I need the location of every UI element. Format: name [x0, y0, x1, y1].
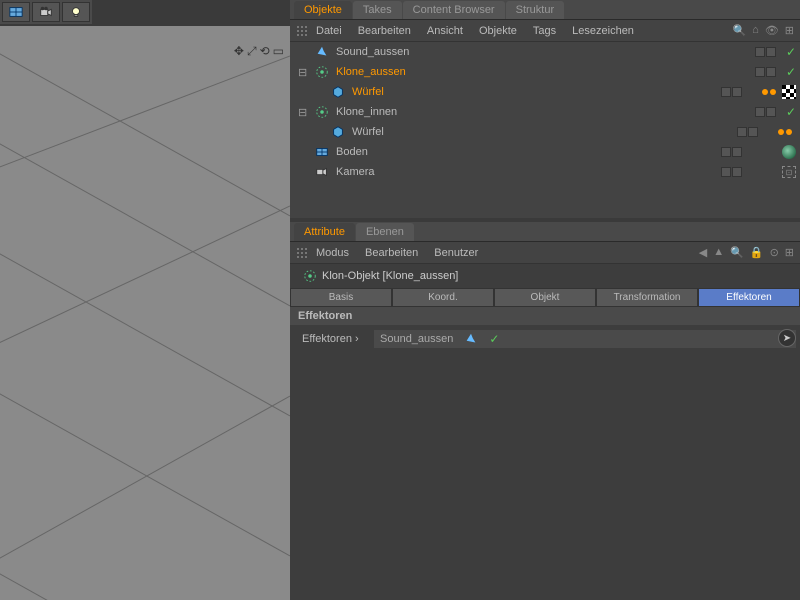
tree-row-boden[interactable]: Boden — [290, 142, 800, 162]
cloner-icon — [314, 64, 330, 80]
tab-objekte[interactable]: Objekte — [294, 1, 352, 19]
frame-icon[interactable]: ▭ — [273, 44, 284, 59]
menu-modus[interactable]: Modus — [308, 244, 357, 262]
camera-icon — [314, 164, 330, 180]
object-label: Sound_aussen — [334, 46, 424, 58]
subtab-basis[interactable]: Basis — [290, 288, 392, 307]
attribute-title-text: Klon-Objekt [Klone_aussen] — [322, 270, 458, 282]
tree-row-sound-aussen[interactable]: Sound_aussen ✓ — [290, 42, 800, 62]
new-icon[interactable]: ⊙ — [770, 246, 779, 259]
object-label: Kamera — [334, 166, 424, 178]
tree-row-wuerfel-1[interactable]: Würfel — [290, 82, 800, 102]
check-icon[interactable]: ✓ — [489, 332, 499, 346]
sound-effector-icon — [314, 44, 330, 60]
expand-icon[interactable]: ⊞ — [785, 24, 794, 37]
menu-ansicht[interactable]: Ansicht — [419, 22, 471, 40]
sound-effector-icon — [463, 331, 479, 347]
floor-icon — [314, 144, 330, 160]
eye-icon[interactable]: 👁 — [765, 24, 779, 37]
expand-icon[interactable]: ⊞ — [785, 246, 794, 259]
tab-attribute[interactable]: Attribute — [294, 223, 355, 241]
object-label: Würfel — [350, 126, 440, 138]
texture-tag-icon[interactable] — [782, 85, 796, 99]
menu-bearbeiten[interactable]: Bearbeiten — [350, 22, 419, 40]
tree-row-wuerfel-2[interactable]: Würfel — [290, 122, 800, 142]
pick-arrow-icon[interactable]: ➤ — [778, 329, 796, 347]
subtab-effektoren[interactable]: Effektoren — [698, 288, 800, 307]
subtab-transformation[interactable]: Transformation — [596, 288, 698, 307]
menu-datei[interactable]: Datei — [308, 22, 350, 40]
object-label: Boden — [334, 146, 424, 158]
object-tree: Sound_aussen ✓ ⊟ Klone_aussen ✓ Würfel — [290, 42, 800, 218]
tree-row-klone-aussen[interactable]: ⊟ Klone_aussen ✓ — [290, 62, 800, 82]
tab-struktur[interactable]: Struktur — [506, 1, 565, 19]
effector-list-item[interactable]: Sound_aussen ✓ — [374, 330, 796, 348]
attribute-object-title: Klon-Objekt [Klone_aussen] — [290, 264, 800, 288]
effector-list-area[interactable]: Effektoren › Sound_aussen ✓ ➤ — [290, 325, 800, 600]
search-icon[interactable]: 🔍 — [732, 24, 746, 37]
tree-row-klone-innen[interactable]: ⊟ Klone_innen ✓ — [290, 102, 800, 122]
collapse-icon[interactable]: ⊟ — [298, 66, 310, 79]
attribute-menu: Modus Bearbeiten Benutzer ◀ ▲ 🔍 🔒 ⊙ ⊞ — [290, 242, 800, 264]
tab-ebenen[interactable]: Ebenen — [356, 223, 414, 241]
small-toolbar — [0, 0, 92, 24]
tree-row-kamera[interactable]: Kamera ⊡ — [290, 162, 800, 182]
collapse-icon[interactable]: ⊟ — [298, 106, 310, 119]
lock-icon[interactable]: 🔒 — [750, 246, 764, 259]
object-manager-menu: Datei Bearbeiten Ansicht Objekte Tags Le… — [290, 20, 800, 42]
grip-icon[interactable] — [296, 247, 308, 259]
attribute-manager-tabs: Attribute Ebenen — [290, 222, 800, 242]
viewport-3d[interactable]: ✥ ⤢ ⟲ ▭ — [0, 26, 290, 600]
effector-field-label: Effektoren › — [294, 333, 374, 345]
right-panel: Objekte Takes Content Browser Struktur D… — [290, 0, 800, 600]
back-icon[interactable]: ◀ — [699, 246, 707, 259]
menu-benutzer[interactable]: Benutzer — [426, 244, 486, 262]
effector-item-name: Sound_aussen — [380, 333, 453, 345]
viewport-nav-icons[interactable]: ✥ ⤢ ⟲ ▭ — [234, 44, 284, 59]
material-tag-icon[interactable] — [782, 145, 796, 159]
attribute-subtabs: Basis Koord. Objekt Transformation Effek… — [290, 288, 800, 307]
search-icon[interactable]: 🔍 — [730, 246, 744, 259]
section-effektoren: Effektoren — [290, 307, 800, 325]
tab-content-browser[interactable]: Content Browser — [403, 1, 505, 19]
menu-tags[interactable]: Tags — [525, 22, 564, 40]
light-icon-button[interactable] — [62, 2, 90, 22]
menu-bearbeiten-attr[interactable]: Bearbeiten — [357, 244, 426, 262]
object-label: Klone_innen — [334, 106, 424, 118]
check-icon[interactable]: ✓ — [786, 45, 796, 59]
grip-icon[interactable] — [296, 25, 308, 37]
cloner-icon — [302, 268, 318, 284]
cube-icon — [330, 84, 346, 100]
zoom-icon[interactable]: ⤢ — [247, 44, 257, 59]
viewport-tag-icon[interactable]: ⊡ — [782, 166, 796, 178]
cloner-icon — [314, 104, 330, 120]
check-icon[interactable]: ✓ — [786, 105, 796, 119]
object-manager-tabs: Objekte Takes Content Browser Struktur — [290, 0, 800, 20]
move-icon[interactable]: ✥ — [234, 44, 244, 59]
subtab-koord[interactable]: Koord. — [392, 288, 494, 307]
up-icon[interactable]: ▲ — [713, 246, 724, 259]
object-label: Würfel — [350, 86, 440, 98]
rotate-icon[interactable]: ⟲ — [260, 44, 270, 59]
check-icon[interactable]: ✓ — [786, 65, 796, 79]
subtab-objekt[interactable]: Objekt — [494, 288, 596, 307]
menu-objekte[interactable]: Objekte — [471, 22, 525, 40]
object-label: Klone_aussen — [334, 66, 424, 78]
tab-takes[interactable]: Takes — [353, 1, 402, 19]
camera-icon-button[interactable] — [32, 2, 60, 22]
menu-lesezeichen[interactable]: Lesezeichen — [564, 22, 642, 40]
home-icon[interactable]: ⌂ — [752, 24, 759, 37]
cube-icon — [330, 124, 346, 140]
floor-icon-button[interactable] — [2, 2, 30, 22]
